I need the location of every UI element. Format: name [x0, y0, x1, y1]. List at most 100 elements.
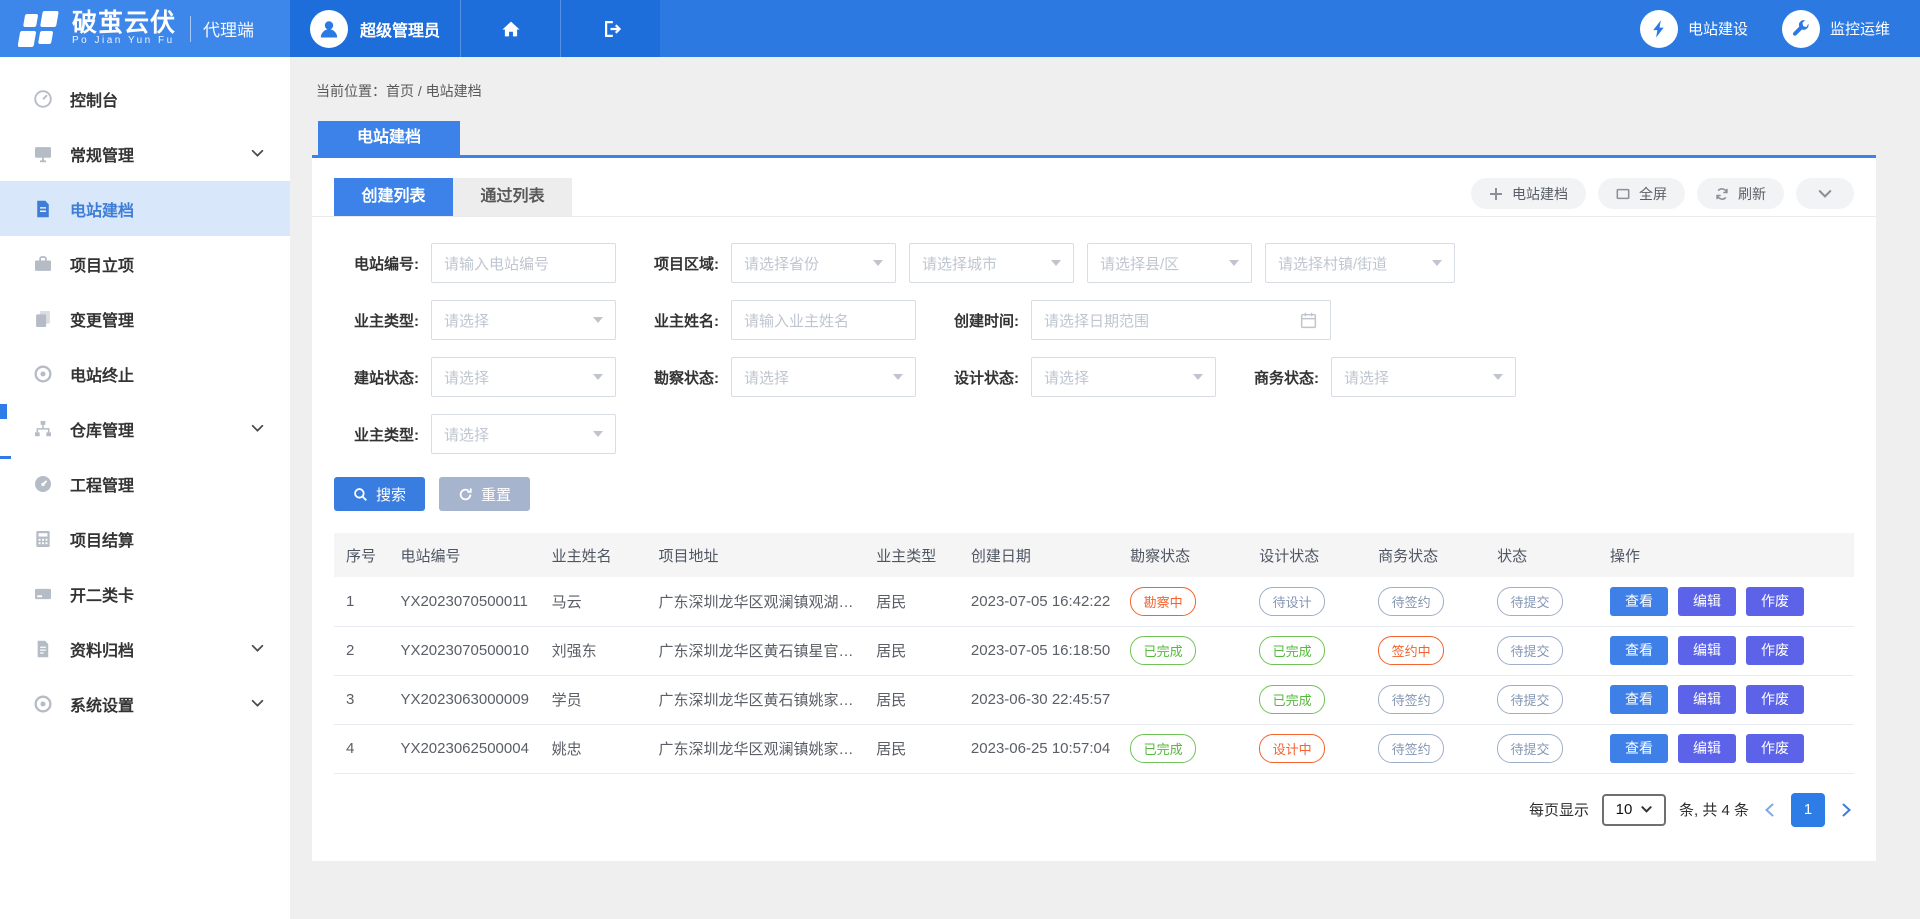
void-button[interactable]: 作废 — [1746, 636, 1804, 665]
sidebar-item-label: 控制台 — [70, 87, 118, 111]
sidebar-scrollbar-thumb[interactable] — [0, 404, 7, 419]
cell-owner: 刘强东 — [544, 626, 651, 675]
sidebar-item-station-termination[interactable]: 电站终止 — [0, 346, 290, 401]
cell-address: 广东深圳龙华区观澜镇姚家庄... — [650, 724, 868, 773]
home-button[interactable] — [460, 0, 560, 57]
town-select[interactable]: 请选择村镇/街道 — [1265, 243, 1455, 283]
cell-code: YX2023070500010 — [392, 626, 543, 675]
sidebar-item-second-class-card[interactable]: 开二类卡 — [0, 566, 290, 621]
logout-button[interactable] — [560, 0, 660, 57]
sidebar-item-label: 变更管理 — [70, 307, 134, 331]
sidebar-item-console[interactable]: 控制台 — [0, 71, 290, 126]
breadcrumb-current: 电站建档 — [426, 83, 482, 99]
void-button[interactable]: 作废 — [1746, 734, 1804, 763]
edit-button[interactable]: 编辑 — [1678, 587, 1736, 616]
status-badge: 已完成 — [1130, 636, 1196, 665]
logout-icon — [600, 18, 622, 40]
cell-owner: 学员 — [544, 675, 651, 724]
refresh-button[interactable]: 刷新 — [1697, 178, 1784, 209]
filter-row: 建站状态:请选择勘察状态:请选择设计状态:请选择商务状态:请选择 — [334, 357, 1854, 397]
prev-page-button[interactable] — [1762, 802, 1778, 818]
fullscreen-button[interactable]: 全屏 — [1598, 178, 1685, 209]
collapse-button[interactable] — [1796, 178, 1854, 209]
edit-button[interactable]: 编辑 — [1678, 685, 1736, 714]
business-status-select[interactable]: 请选择 — [1331, 357, 1516, 397]
owner-name-input[interactable]: 请输入业主姓名 — [731, 300, 916, 340]
status-badge: 待提交 — [1497, 636, 1563, 665]
placeholder-text: 请选择日期范围 — [1044, 310, 1149, 331]
cell-owner-type: 居民 — [868, 577, 963, 626]
placeholder-text: 请输入业主姓名 — [744, 310, 849, 331]
chevron-down-icon — [1818, 187, 1832, 201]
reset-button[interactable]: 重置 — [439, 477, 530, 511]
sidebar-item-label: 资料归档 — [70, 637, 134, 661]
placeholder-text: 请选择 — [444, 367, 489, 388]
owner-type-select[interactable]: 请选择 — [431, 300, 616, 340]
tab-passed-list[interactable]: 通过列表 — [453, 178, 572, 216]
sidebar-item-project-initiation[interactable]: 项目立项 — [0, 236, 290, 291]
survey-status-select[interactable]: 请选择 — [731, 357, 916, 397]
province-select[interactable]: 请选择省份 — [731, 243, 896, 283]
sidebar-item-warehouse-management[interactable]: 仓库管理 — [0, 401, 290, 456]
cell-actions: 查看编辑作废 — [1602, 675, 1854, 724]
table-row: 2YX2023070500010刘强东广东深圳龙华区黄石镇星官大...居民202… — [334, 626, 1854, 675]
cell-design-status: 已完成 — [1251, 675, 1370, 724]
caret-down-icon — [1493, 374, 1503, 380]
create-station-button[interactable]: 电站建档 — [1471, 178, 1586, 209]
edit-button[interactable]: 编辑 — [1678, 636, 1736, 665]
button-label: 全屏 — [1639, 184, 1667, 204]
design-status-select[interactable]: 请选择 — [1031, 357, 1216, 397]
cell-survey-status: 已完成 — [1122, 626, 1251, 675]
sidebar-item-station-archive[interactable]: 电站建档 — [0, 181, 290, 236]
view-button[interactable]: 查看 — [1610, 685, 1668, 714]
sidebar-item-label: 电站终止 — [70, 362, 134, 386]
page-tab-station-archive[interactable]: 电站建档 — [318, 121, 460, 155]
filter-form: 电站编号:请输入电站编号项目区域:请选择省份请选择城市请选择县/区请选择村镇/街… — [312, 217, 1876, 454]
tab-create-list[interactable]: 创建列表 — [334, 178, 453, 216]
filter-group: 业主类型:请选择 — [334, 300, 616, 340]
breadcrumb-home[interactable]: 首页 — [386, 83, 414, 99]
district-select[interactable]: 请选择县/区 — [1087, 243, 1252, 283]
city-select[interactable]: 请选择城市 — [909, 243, 1074, 283]
filter-label: 业主姓名: — [634, 310, 731, 331]
void-button[interactable]: 作废 — [1746, 685, 1804, 714]
station-code-input[interactable]: 请输入电站编号 — [431, 243, 616, 283]
sidebar-item-change-management[interactable]: 变更管理 — [0, 291, 290, 346]
placeholder-text: 请选择省份 — [744, 253, 819, 274]
view-button[interactable]: 查看 — [1610, 587, 1668, 616]
view-button[interactable]: 查看 — [1610, 734, 1668, 763]
view-button[interactable]: 查看 — [1610, 636, 1668, 665]
page-number-button[interactable]: 1 — [1791, 793, 1825, 827]
sidebar-item-label: 项目结算 — [70, 527, 134, 551]
create-time-range-input[interactable]: 请选择日期范围 — [1031, 300, 1331, 340]
search-button[interactable]: 搜索 — [334, 477, 425, 511]
sidebar-item-system-settings[interactable]: 系统设置 — [0, 676, 290, 731]
per-page-select[interactable]: 10 — [1602, 794, 1666, 826]
build-status-select[interactable]: 请选择 — [431, 357, 616, 397]
sidebar-item-general-management[interactable]: 常规管理 — [0, 126, 290, 181]
cell-index: 4 — [334, 724, 392, 773]
column-header: 电站编号 — [392, 533, 543, 577]
edit-button[interactable]: 编辑 — [1678, 734, 1736, 763]
sidebar-item-data-archive[interactable]: 资料归档 — [0, 621, 290, 676]
cell-status-status: 待提交 — [1489, 577, 1602, 626]
quick-link-label: 电站建设 — [1688, 18, 1748, 39]
cell-design-status: 待设计 — [1251, 577, 1370, 626]
column-header: 勘察状态 — [1122, 533, 1251, 577]
owner-type-select-2[interactable]: 请选择 — [431, 414, 616, 454]
sidebar-item-project-settlement[interactable]: 项目结算 — [0, 511, 290, 566]
edition-label: 代理端 — [203, 16, 254, 41]
caret-down-icon — [1432, 260, 1442, 266]
sidebar-item-engineering-management[interactable]: 工程管理 — [0, 456, 290, 511]
void-button[interactable]: 作废 — [1746, 587, 1804, 616]
next-page-button[interactable] — [1838, 802, 1854, 818]
user-menu[interactable]: 超级管理员 — [290, 0, 460, 57]
quick-link-station-build[interactable]: 电站建设 — [1640, 10, 1748, 48]
app-subtitle: Po Jian Yun Fu — [72, 36, 176, 47]
cell-index: 3 — [334, 675, 392, 724]
caret-down-icon — [873, 260, 883, 266]
sidebar-item-label: 仓库管理 — [70, 417, 134, 441]
chevron-down-icon — [251, 642, 264, 655]
cell-created: 2023-07-05 16:18:50 — [963, 626, 1122, 675]
quick-link-monitor-ops[interactable]: 监控运维 — [1782, 10, 1890, 48]
